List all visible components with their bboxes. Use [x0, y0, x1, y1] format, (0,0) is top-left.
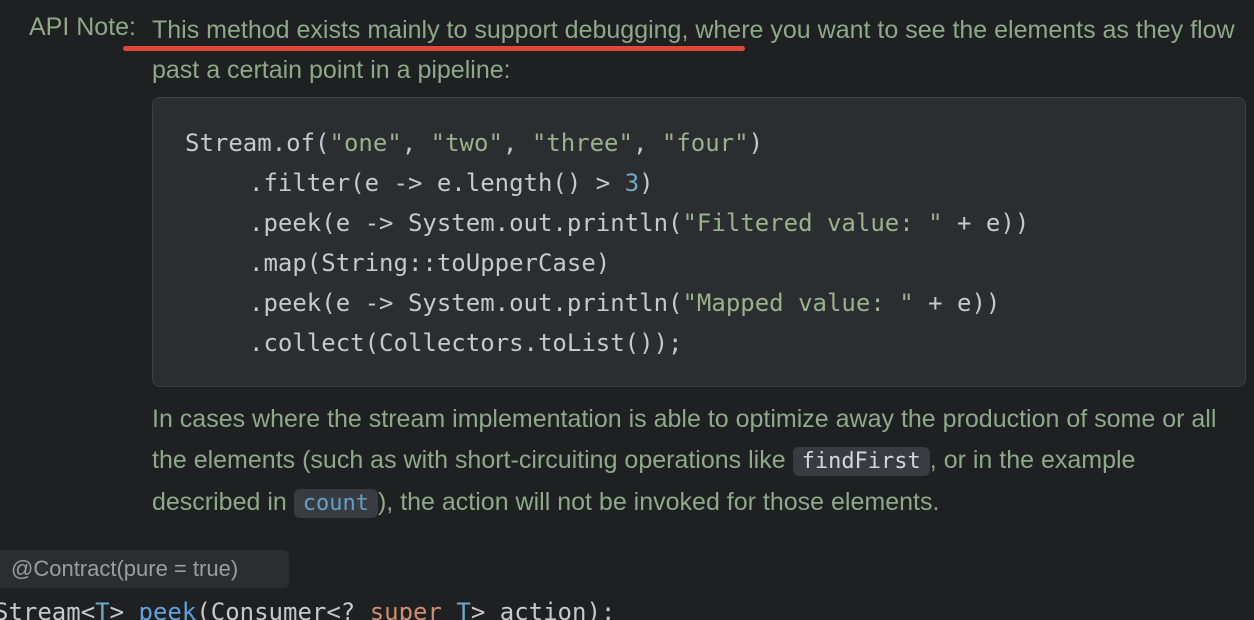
code-example-block: Stream.of("one", "two", "three", "four")…	[152, 97, 1246, 387]
code-line-3: .peek(e -> System.out.println("Filtered …	[185, 203, 1029, 243]
code-line-4: .map(String::toUpperCase)	[249, 249, 611, 277]
code-token: .filter(e -> e.length() >	[249, 169, 625, 197]
code-token: )	[748, 129, 764, 157]
code-token: )	[639, 169, 654, 197]
code-string: "three"	[531, 129, 633, 157]
code-line-6: .collect(Collectors.toList());	[249, 329, 683, 357]
description-text: ), the action will not be invoked for th…	[377, 488, 940, 516]
method-signature: Stream<T> peek(Consumer<? super T> actio…	[0, 596, 615, 620]
code-token: ,	[632, 129, 662, 157]
api-note-highlighted-text: This method exists mainly to support deb…	[152, 16, 689, 44]
red-underline-annotation	[123, 46, 745, 51]
code-token: .peek(e -> System.out.println(	[249, 209, 683, 237]
code-example-lines: Stream.of("one", "two", "three", "four")…	[185, 123, 1029, 363]
type-parameter: T	[95, 598, 110, 620]
code-line-5: .peek(e -> System.out.println("Mapped va…	[185, 283, 1029, 323]
code-token: Stream.of(	[185, 129, 330, 157]
code-token: + e))	[942, 209, 1030, 237]
super-keyword: super	[369, 598, 442, 620]
api-note-label: API Note:	[29, 13, 136, 41]
code-token: + e))	[913, 289, 1001, 317]
code-token: (Consumer<?	[196, 598, 370, 620]
return-type[interactable]: Stream	[0, 598, 81, 620]
code-string: "four"	[661, 129, 749, 157]
code-token: ,	[401, 129, 431, 157]
code-string: "Filtered value: "	[682, 209, 943, 237]
code-string: "one"	[329, 129, 402, 157]
method-name: peek	[138, 598, 197, 620]
code-token: >	[109, 598, 125, 620]
code-token: <	[80, 598, 96, 620]
type-parameter: T	[456, 598, 471, 620]
code-token: .peek(e -> System.out.println(	[249, 289, 683, 317]
description-paragraph: In cases where the stream implementation…	[152, 399, 1232, 524]
code-string: "two"	[430, 129, 503, 157]
code-string: "Mapped value: "	[682, 289, 914, 317]
count-link[interactable]: count	[293, 489, 378, 518]
code-token: ,	[502, 129, 532, 157]
javadoc-popup: API Note: This method exists mainly to s…	[0, 0, 1254, 540]
code-line-1: Stream.of("one", "two", "three", "four")	[185, 123, 1029, 163]
code-line-2: .filter(e -> e.length() > 3)	[185, 163, 1029, 203]
findfirst-code: findFirst	[792, 447, 930, 476]
contract-annotation: @Contract(pure = true)	[0, 550, 289, 588]
code-token: > action);	[470, 598, 616, 620]
code-number: 3	[624, 169, 640, 197]
